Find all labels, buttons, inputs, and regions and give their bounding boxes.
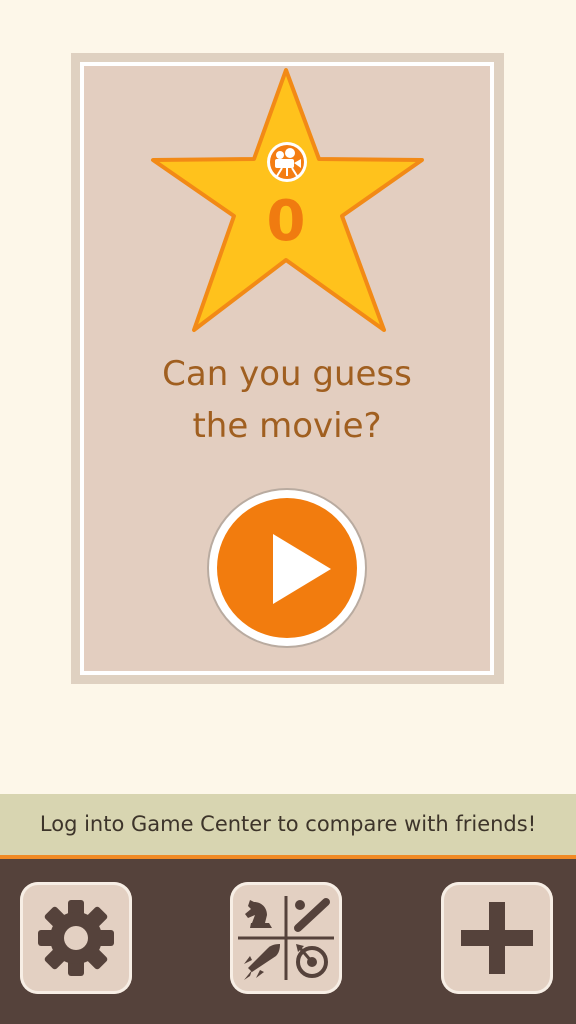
play-icon	[273, 534, 331, 604]
play-button[interactable]	[209, 490, 365, 646]
baseball-bat-icon	[294, 898, 330, 932]
chess-knight-icon	[245, 900, 272, 928]
game-center-banner[interactable]: Log into Game Center to compare with fri…	[0, 794, 576, 855]
headline-line-2: the movie?	[192, 406, 382, 446]
target-icon	[296, 944, 328, 978]
plus-icon	[461, 902, 533, 974]
add-button[interactable]	[441, 882, 553, 994]
gear-icon	[38, 900, 114, 976]
rocket-icon	[244, 944, 280, 980]
categories-button[interactable]	[230, 882, 342, 994]
headline-line-1: Can you guess	[162, 354, 412, 394]
movie-camera-icon	[267, 142, 307, 182]
game-headline: Can you guess the movie?	[80, 348, 494, 452]
settings-button[interactable]	[20, 882, 132, 994]
play-button-fill	[217, 498, 357, 638]
score-value: 0	[266, 189, 306, 254]
categories-icon	[238, 896, 334, 980]
